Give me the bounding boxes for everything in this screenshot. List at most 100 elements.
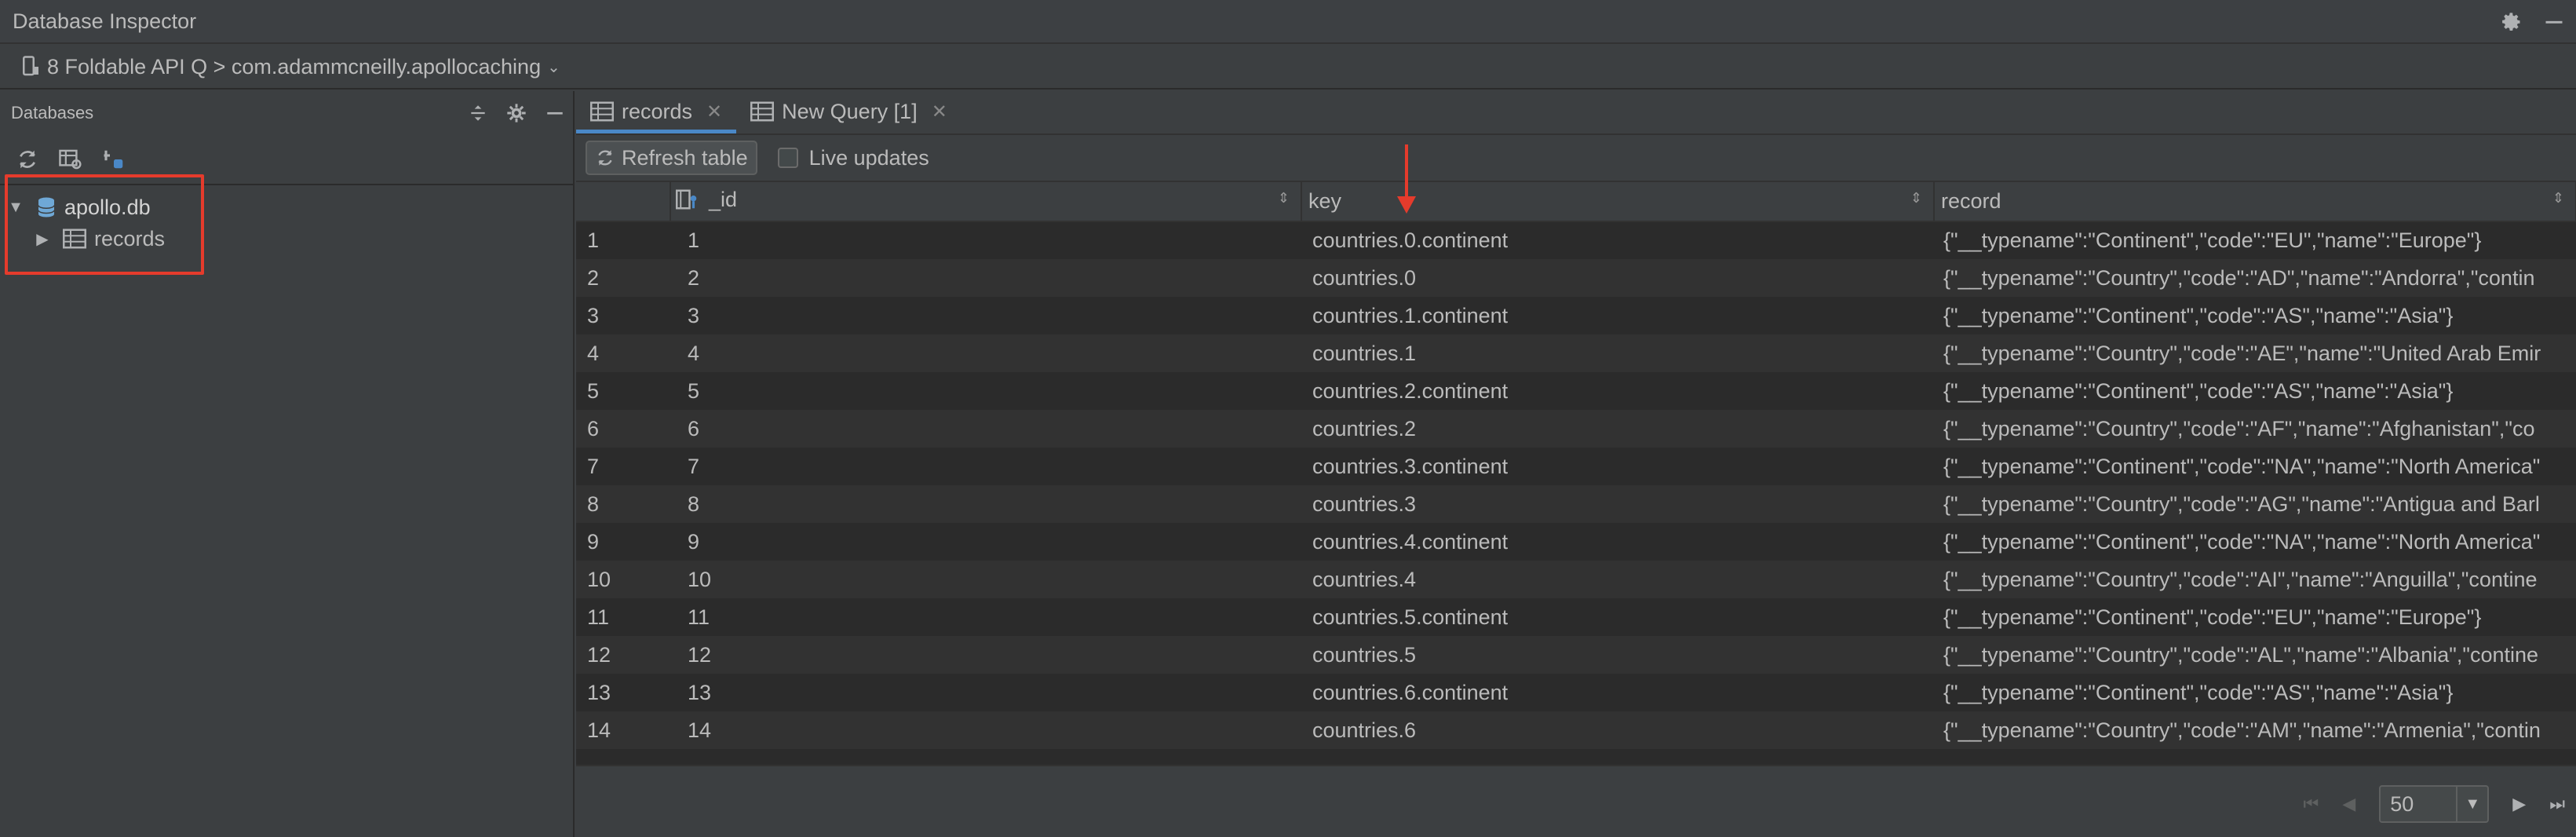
id-cell[interactable]: 13 — [670, 674, 1301, 711]
device-selector[interactable]: 8 Foldable API Q > com.adammcneilly.apol… — [0, 46, 2576, 90]
id-cell[interactable]: 14 — [670, 711, 1301, 749]
id-cell[interactable]: 5 — [670, 372, 1301, 410]
key-cell[interactable]: countries.3.continent — [1301, 448, 1934, 485]
key-cell[interactable]: countries.2.continent — [1301, 372, 1934, 410]
hide-panel-icon[interactable] — [545, 103, 565, 123]
last-page-icon[interactable]: ⏭ — [2549, 794, 2565, 814]
id-cell[interactable]: 11 — [670, 598, 1301, 636]
record-cell[interactable]: {"__typename":"Country","code":"AM","nam… — [1934, 711, 2576, 749]
record-cell[interactable]: {"__typename":"Country","code":"AE","nam… — [1934, 334, 2576, 372]
row-number-cell[interactable]: 3 — [576, 297, 670, 334]
key-cell[interactable]: countries.3 — [1301, 485, 1934, 523]
record-cell[interactable]: {"__typename":"Continent","code":"AS","n… — [1934, 372, 2576, 410]
table-row[interactable]: 13 13 countries.6.continent {"__typename":"… — [576, 674, 2576, 711]
minimize-icon[interactable] — [2543, 11, 2565, 33]
table-row[interactable]: 14 14 countries.6 {"__typename":"Country","… — [576, 711, 2576, 749]
record-cell[interactable]: {"__typename":"Continent","code":"EU","n… — [1934, 598, 2576, 636]
key-cell[interactable]: countries.5.continent — [1301, 598, 1934, 636]
key-cell[interactable]: countries.0 — [1301, 259, 1934, 297]
previous-page-icon[interactable]: ◀ — [2342, 794, 2355, 814]
table-row[interactable]: 6 6 countries.2 {"__typename":"Country","co… — [576, 410, 2576, 448]
table-row[interactable]: 1 1 countries.0.continent {"__typename":"Co… — [576, 221, 2576, 259]
sort-icon[interactable]: ⇕ — [2552, 190, 2564, 207]
chevron-down-icon[interactable]: ▼ — [2456, 787, 2487, 821]
table-row[interactable]: 10 10 countries.4 {"__typename":"Country","… — [576, 561, 2576, 598]
table-row[interactable]: 2 2 countries.0 {"__typename":"Country","co… — [576, 259, 2576, 297]
row-number-cell[interactable]: 11 — [576, 598, 670, 636]
next-page-icon[interactable]: ▶ — [2512, 794, 2526, 814]
row-number-cell[interactable]: 8 — [576, 485, 670, 523]
table-row[interactable]: 4 4 countries.1 {"__typename":"Country","co… — [576, 334, 2576, 372]
key-cell[interactable]: countries.1.continent — [1301, 297, 1934, 334]
row-number-cell[interactable]: 6 — [576, 410, 670, 448]
settings-gear-icon[interactable] — [505, 102, 527, 124]
id-cell[interactable]: 1 — [670, 221, 1301, 259]
key-cell[interactable]: countries.2 — [1301, 410, 1934, 448]
record-cell[interactable]: {"__typename":"Continent","code":"NA","n… — [1934, 448, 2576, 485]
record-cell[interactable]: {"__typename":"Continent","code":"EU","n… — [1934, 221, 2576, 259]
table-row[interactable]: 9 9 countries.4.continent {"__typename":"Co… — [576, 523, 2576, 561]
refresh-icon[interactable] — [16, 148, 39, 171]
row-number-cell[interactable]: 5 — [576, 372, 670, 410]
table-row[interactable]: 11 11 countries.5.continent {"__typename":"… — [576, 598, 2576, 636]
device-label: 8 Foldable API Q > com.adammcneilly.apol… — [47, 54, 542, 79]
close-icon[interactable]: ✕ — [706, 101, 722, 123]
checkbox-box[interactable] — [777, 148, 798, 168]
sort-icon[interactable]: ⇕ — [1278, 190, 1290, 207]
record-cell[interactable]: {"__typename":"Continent","code":"AS","n… — [1934, 674, 2576, 711]
refresh-table-button[interactable]: Refresh table — [586, 141, 757, 175]
key-cell[interactable]: countries.4 — [1301, 561, 1934, 598]
row-number-cell[interactable]: 4 — [576, 334, 670, 372]
record-cell[interactable]: {"__typename":"Country","code":"AF","nam… — [1934, 410, 2576, 448]
table-header-row: _id ⇕ key ⇕ record ⇕ — [576, 182, 2576, 222]
row-number-cell[interactable]: 9 — [576, 523, 670, 561]
id-cell[interactable]: 3 — [670, 297, 1301, 334]
key-cell[interactable]: countries.4.continent — [1301, 523, 1934, 561]
record-cell[interactable]: {"__typename":"Continent","code":"AS","n… — [1934, 297, 2576, 334]
new-query-icon[interactable] — [58, 148, 83, 171]
column-header-record[interactable]: record ⇕ — [1934, 182, 2576, 222]
id-cell[interactable]: 8 — [670, 485, 1301, 523]
key-cell[interactable]: countries.6.continent — [1301, 674, 1934, 711]
record-cell[interactable]: {"__typename":"Country","code":"AD","nam… — [1934, 259, 2576, 297]
page-size-select[interactable]: 50 ▼ — [2379, 785, 2490, 823]
id-cell[interactable]: 6 — [670, 410, 1301, 448]
key-cell[interactable]: countries.5 — [1301, 636, 1934, 674]
key-cell[interactable]: countries.6 — [1301, 711, 1934, 749]
id-cell[interactable]: 12 — [670, 636, 1301, 674]
record-cell[interactable]: {"__typename":"Continent","code":"NA","n… — [1934, 523, 2576, 561]
row-number-cell[interactable]: 10 — [576, 561, 670, 598]
id-cell[interactable]: 10 — [670, 561, 1301, 598]
id-cell[interactable]: 9 — [670, 523, 1301, 561]
row-number-cell[interactable]: 14 — [576, 711, 670, 749]
row-number-cell[interactable]: 1 — [576, 221, 670, 259]
tab-records[interactable]: records ✕ — [576, 90, 737, 133]
key-cell[interactable]: countries.0.continent — [1301, 221, 1934, 259]
first-page-icon[interactable]: ⏮ — [2304, 794, 2319, 814]
sort-icon[interactable]: ⇕ — [1910, 190, 1922, 207]
id-cell[interactable]: 4 — [670, 334, 1301, 372]
row-number-cell[interactable]: 2 — [576, 259, 670, 297]
record-cell[interactable]: {"__typename":"Country","code":"AI","nam… — [1934, 561, 2576, 598]
row-number-cell[interactable]: 7 — [576, 448, 670, 485]
tab-new-query[interactable]: New Query [1] ✕ — [736, 90, 961, 133]
column-header-id[interactable]: _id ⇕ — [670, 182, 1302, 222]
close-icon[interactable]: ✕ — [932, 101, 947, 123]
table-row[interactable]: 3 3 countries.1.continent {"__typename":"Co… — [576, 297, 2576, 334]
live-updates-checkbox[interactable]: Live updates — [777, 146, 929, 170]
export-icon[interactable] — [102, 148, 126, 171]
key-cell[interactable]: countries.1 — [1301, 334, 1934, 372]
table-row[interactable]: 8 8 countries.3 {"__typename":"Country","co… — [576, 485, 2576, 523]
id-cell[interactable]: 7 — [670, 448, 1301, 485]
row-number-cell[interactable]: 12 — [576, 636, 670, 674]
gear-icon[interactable] — [2501, 11, 2523, 33]
collapse-all-icon[interactable] — [468, 102, 488, 124]
record-cell[interactable]: {"__typename":"Country","code":"AL","nam… — [1934, 636, 2576, 674]
id-cell[interactable]: 2 — [670, 259, 1301, 297]
record-cell[interactable]: {"__typename":"Country","code":"AG","nam… — [1934, 485, 2576, 523]
table-row[interactable]: 12 12 countries.5 {"__typename":"Country","… — [576, 636, 2576, 674]
row-number-cell[interactable]: 13 — [576, 674, 670, 711]
table-row[interactable]: 7 7 countries.3.continent {"__typename":"Co… — [576, 448, 2576, 485]
column-header-key[interactable]: key ⇕ — [1301, 182, 1935, 222]
table-row[interactable]: 5 5 countries.2.continent {"__typename":"Co… — [576, 372, 2576, 410]
